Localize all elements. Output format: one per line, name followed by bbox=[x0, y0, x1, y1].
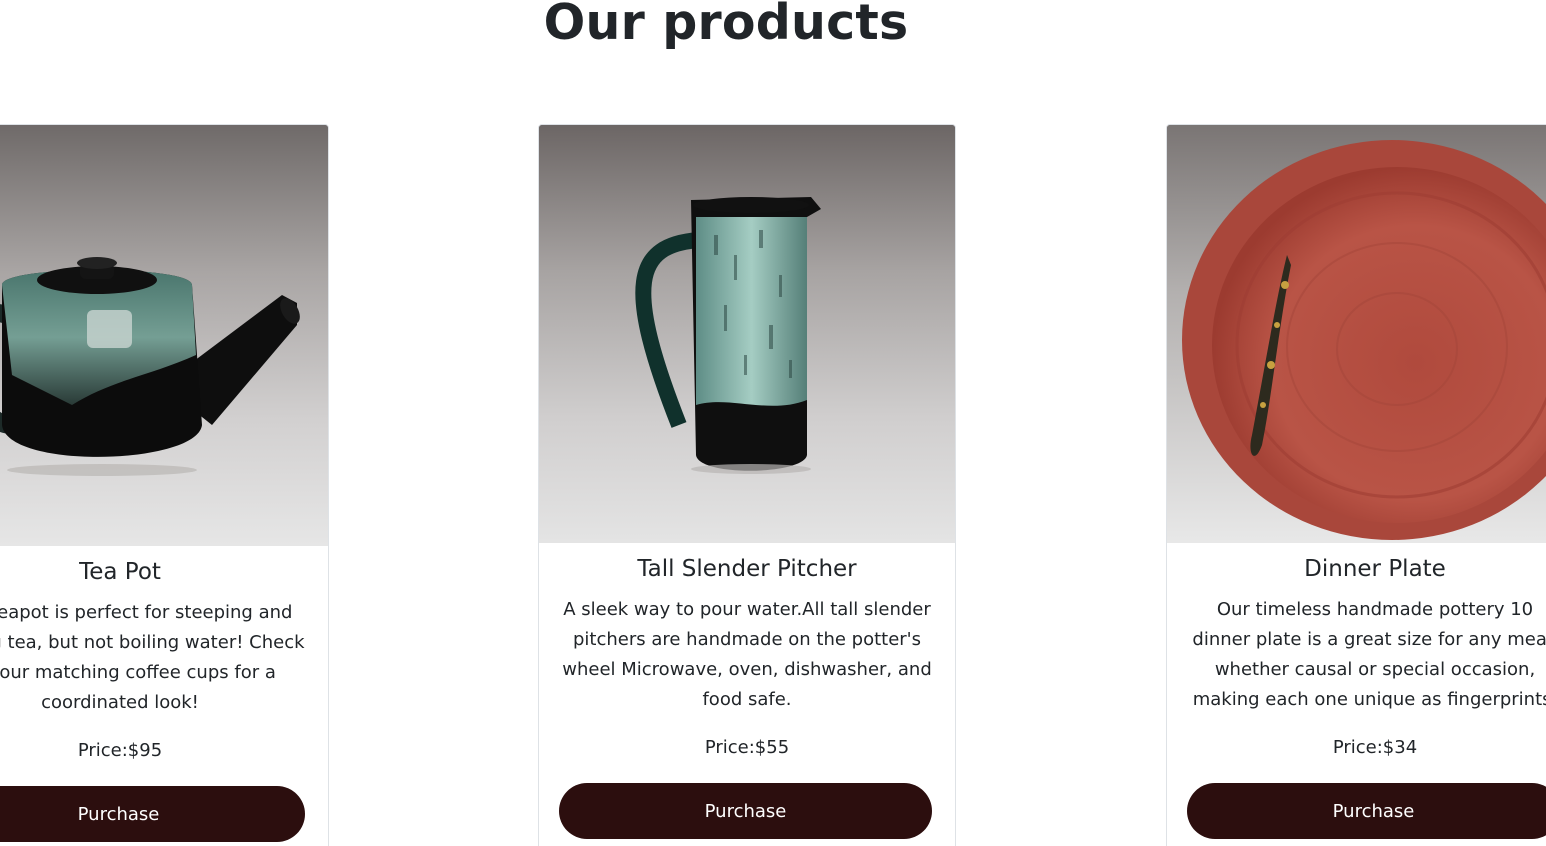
purchase-button[interactable]: Purchase bbox=[1187, 783, 1546, 839]
product-title: Tea Pot bbox=[79, 559, 161, 585]
purchase-button[interactable]: Purchase bbox=[559, 783, 932, 839]
product-title: Dinner Plate bbox=[1304, 556, 1446, 582]
section-title: Our products bbox=[543, 0, 909, 51]
plate-image bbox=[1167, 125, 1546, 543]
products-page: Our products Tea Pot apot is perfect for… bbox=[0, 0, 1546, 846]
teapot-image bbox=[0, 125, 328, 546]
card-body: Tea Pot This teapot is perfect for steep… bbox=[0, 546, 328, 842]
product-price: Price:$95 bbox=[77, 740, 163, 761]
product-price: Price:$55 bbox=[704, 737, 790, 758]
product-card-teapot: Tea Pot This teapot is perfect for steep… bbox=[0, 124, 329, 846]
product-card-pitcher: Tall Slender Pitcher A sleek way to pour… bbox=[538, 124, 956, 846]
card-body: Dinner Plate Our timeless handmade potte… bbox=[1167, 543, 1546, 839]
product-description: This teapot is perfect for steeping and … bbox=[0, 602, 305, 713]
purchase-button[interactable]: Purchase bbox=[0, 786, 305, 842]
product-card-plate: Dinner Plate Our timeless handmade potte… bbox=[1166, 124, 1546, 846]
product-price: Price:$34 bbox=[1332, 737, 1418, 758]
product-description: Our timeless handmade pottery 10 dinner … bbox=[1192, 599, 1546, 710]
product-description: A sleek way to pour water.All tall slend… bbox=[562, 599, 932, 710]
pitcher-image bbox=[539, 125, 955, 543]
card-body: Tall Slender Pitcher A sleek way to pour… bbox=[539, 543, 955, 839]
product-title: Tall Slender Pitcher bbox=[637, 556, 857, 582]
